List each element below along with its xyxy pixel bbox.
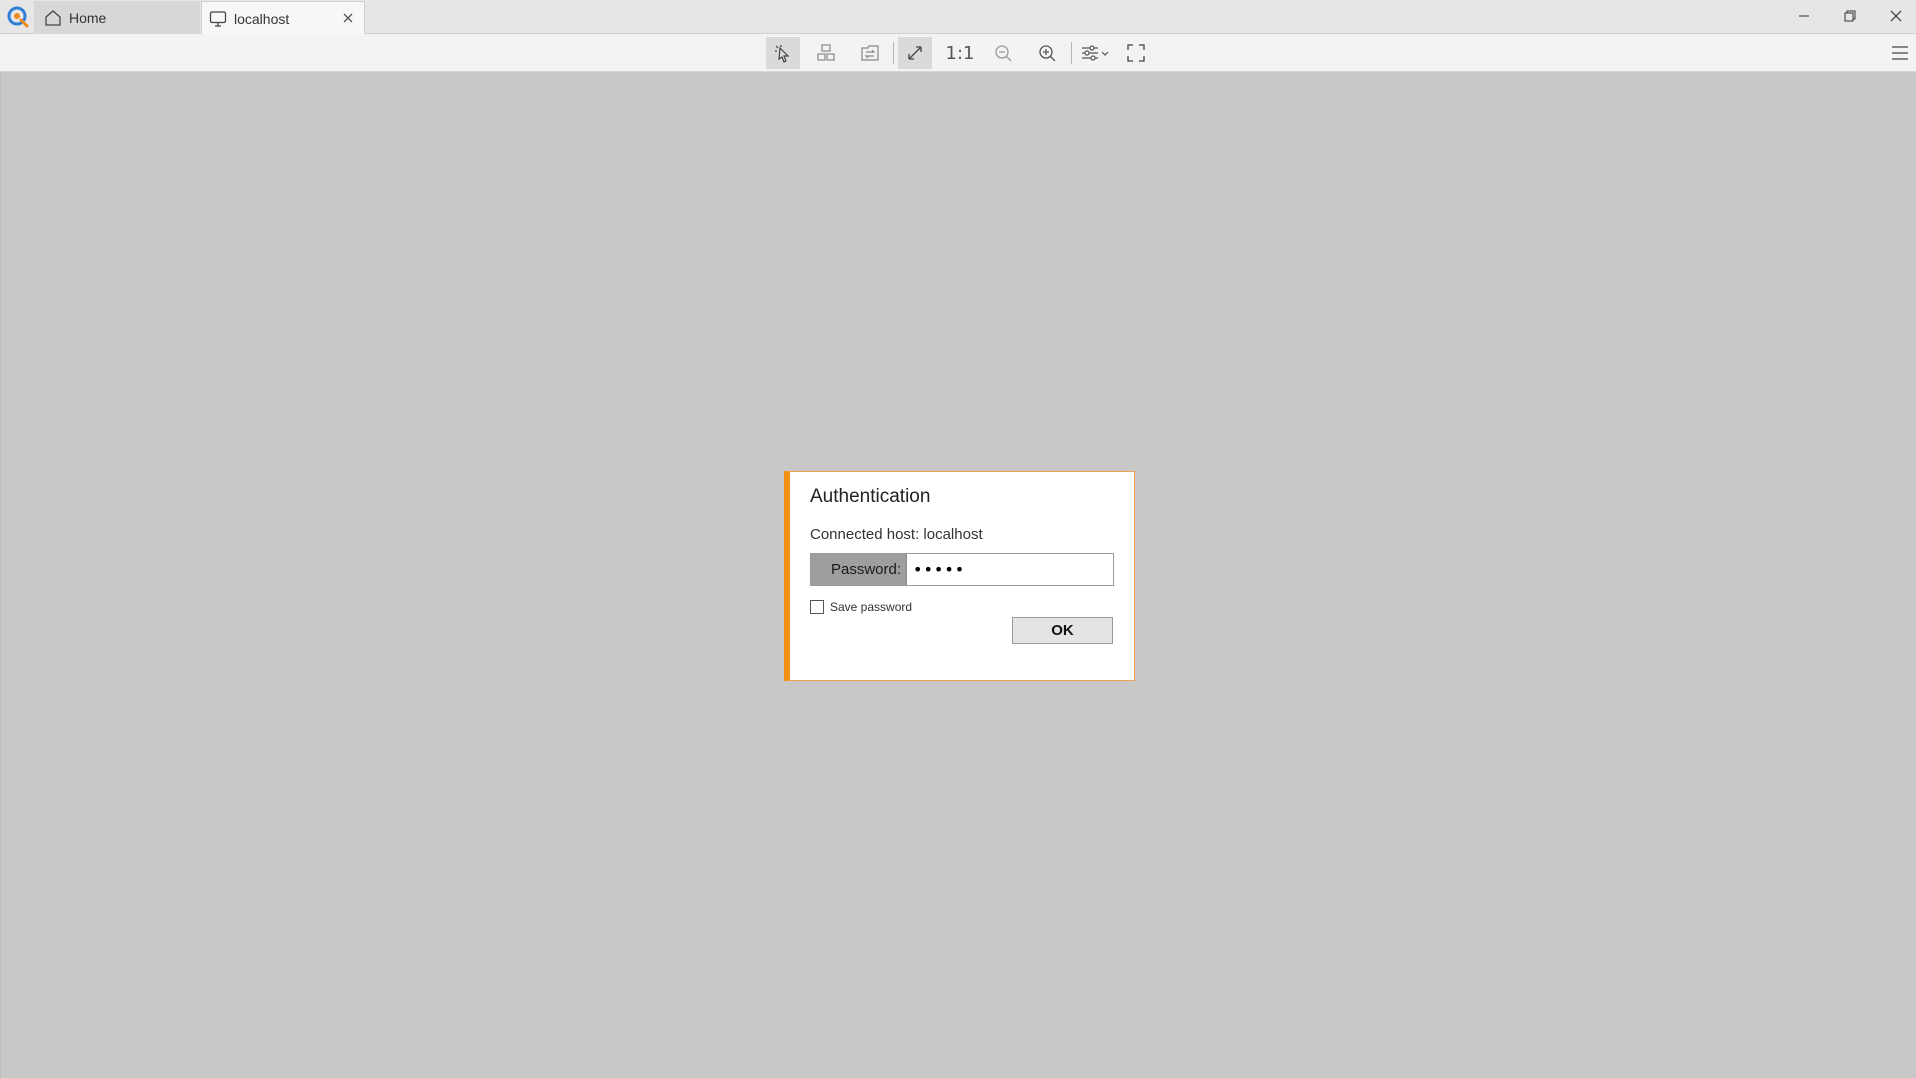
actual-size-button[interactable]: 1:1 [943,37,977,69]
title-bar: Home localhost [0,0,1916,35]
resize-icon[interactable] [898,37,932,69]
toolbar-separator [1071,42,1072,64]
fullscreen-icon[interactable] [1119,37,1153,69]
toolbar: 1:1 [0,34,1916,72]
restore-icon[interactable] [1827,0,1873,32]
monitor-icon [209,10,227,28]
app-logo-icon [6,5,30,29]
home-icon [44,9,62,27]
tab-localhost[interactable]: localhost [201,1,365,35]
ok-button[interactable]: OK [1012,617,1113,644]
connected-host-text: Connected host: localhost [810,526,983,543]
actual-size-label: 1:1 [945,42,975,64]
tab-home[interactable]: Home [34,1,200,34]
dialog-title: Authentication [810,486,931,507]
close-window-icon[interactable] [1873,0,1916,32]
cursor-icon[interactable] [766,37,800,69]
minimize-icon[interactable] [1781,0,1827,32]
password-field[interactable] [906,554,1113,585]
menu-icon[interactable] [1885,37,1915,69]
tab-localhost-label: localhost [234,10,290,27]
settings-sliders-icon[interactable] [1075,37,1115,69]
zoom-out-icon[interactable] [986,37,1020,69]
checkbox-box[interactable] [810,600,824,614]
save-password-label: Save password [830,600,913,614]
toolbar-separator [893,42,894,64]
transfer-icon[interactable] [853,37,887,69]
save-password-checkbox[interactable]: Save password [810,600,912,614]
password-label: Password: [811,554,906,585]
password-row: Password: [810,553,1114,586]
authentication-dialog: Authentication Connected host: localhost… [784,471,1135,681]
close-tab-icon[interactable] [340,10,356,26]
grid-icon[interactable] [809,37,843,69]
tab-home-label: Home [69,9,107,26]
zoom-in-icon[interactable] [1030,37,1064,69]
